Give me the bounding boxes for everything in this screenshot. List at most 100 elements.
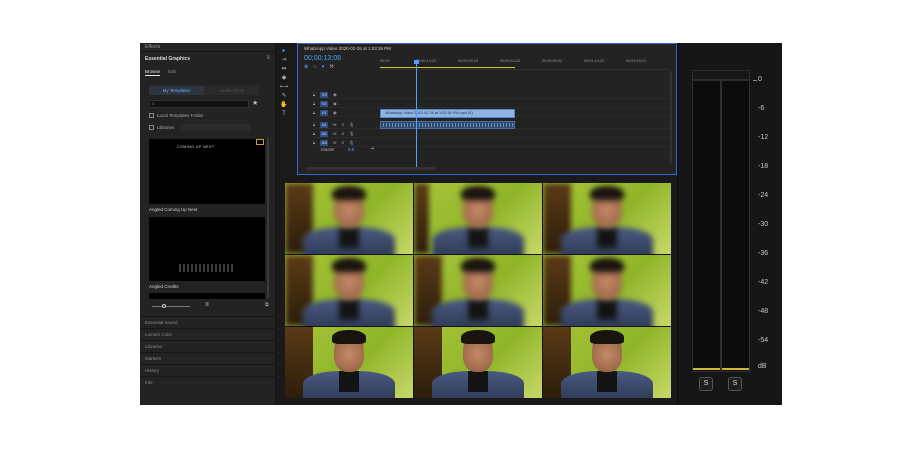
solo-button[interactable]: S: [341, 131, 344, 137]
sort-icon[interactable]: ≣: [205, 302, 209, 308]
hand-tool-icon[interactable]: ✋: [279, 101, 289, 110]
lock-icon[interactable]: 🔒︎: [313, 122, 315, 128]
playhead-handle[interactable]: [414, 60, 419, 64]
mute-button[interactable]: M: [333, 131, 336, 137]
playhead-line[interactable]: [416, 62, 417, 167]
preview-frame: [414, 327, 542, 398]
razor-tool-icon[interactable]: ◆: [279, 74, 289, 83]
ruler-tick: 00;00;59;22: [542, 59, 563, 63]
db-label: -42: [758, 279, 769, 286]
ruler-tick: 00;00;44;22: [500, 59, 521, 63]
lock-icon[interactable]: 🔒︎: [313, 110, 315, 116]
libraries-dropdown[interactable]: [180, 124, 250, 131]
checkbox-box[interactable]: [149, 113, 154, 118]
mic-icon[interactable]: 🎙︎: [349, 131, 354, 137]
local-templates-checkbox[interactable]: Local Templates Folder: [149, 113, 203, 118]
solo-button[interactable]: S: [341, 122, 344, 128]
lock-icon[interactable]: 🔒︎: [313, 92, 315, 98]
adobe-stock-button[interactable]: Adobe Stock: [204, 86, 259, 95]
section-markers[interactable]: Markers: [140, 352, 276, 363]
new-item-icon[interactable]: ⧉: [265, 302, 269, 308]
master-volume-value[interactable]: 0.0: [348, 147, 354, 152]
template-search-input[interactable]: ⌕: [149, 100, 249, 108]
effects-header[interactable]: Effects: [140, 43, 275, 52]
my-templates-button[interactable]: My Templates: [149, 86, 204, 95]
mic-icon[interactable]: 🎙︎: [349, 122, 354, 128]
slip-tool-icon[interactable]: ⟷: [279, 83, 289, 92]
section-essential-sound[interactable]: Essential Sound: [140, 316, 276, 327]
template-label-2: Angled Credits: [149, 284, 179, 289]
checkbox-box[interactable]: [149, 125, 154, 130]
track-v3: 🔒︎ V3 ◉: [313, 91, 670, 99]
sequence-tab[interactable]: WhatsApp Video 2020-02-26 at 1:03:36 PM: [304, 46, 391, 51]
section-info[interactable]: Info: [140, 376, 276, 387]
work-area-bar[interactable]: [380, 67, 515, 68]
track-label[interactable]: A1: [320, 122, 329, 128]
section-lumetri-color[interactable]: Lumetri Color: [140, 328, 276, 339]
db-label: -18: [758, 163, 769, 170]
db-label: -6: [758, 105, 765, 112]
track-label[interactable]: V2: [320, 101, 329, 107]
preview-frame: [285, 255, 413, 326]
tab-edit[interactable]: Edit: [168, 69, 176, 76]
track-a3: 🔒︎ A3 M S 🎙︎: [313, 139, 670, 147]
track-select-tool-icon[interactable]: ⇥: [279, 56, 289, 65]
ruler-tick: 00;00: [380, 59, 390, 63]
solo-right-button[interactable]: S: [728, 377, 742, 391]
preview-frame: [543, 255, 671, 326]
settings-wrench-icon[interactable]: ⚒: [329, 64, 338, 70]
track-label[interactable]: V3: [320, 92, 329, 98]
linked-selection-icon[interactable]: ∩: [313, 64, 322, 70]
mute-button[interactable]: M: [333, 122, 336, 128]
snap-icon[interactable]: ⊕: [304, 64, 313, 70]
db-tick: [753, 80, 757, 81]
type-tool-icon[interactable]: T: [279, 110, 289, 119]
selection-tool-icon[interactable]: ▸: [279, 47, 289, 56]
premiere-window: Effects Essential Graphics ≡ Browse Edit…: [140, 43, 782, 405]
time-ruler[interactable]: 00;00 00;00;14;23 00;00;29;23 00;00;44;2…: [380, 58, 670, 70]
checkbox-label: Libraries: [157, 125, 175, 130]
ruler-tick: 00;01;29;21: [626, 59, 647, 63]
db-unit-label: dB: [758, 363, 767, 370]
section-history[interactable]: History: [140, 364, 276, 375]
panel-scrollbar[interactable]: [267, 138, 269, 298]
solo-button[interactable]: S: [341, 140, 344, 146]
libraries-checkbox[interactable]: Libraries: [149, 125, 174, 130]
favorite-star-icon[interactable]: ★: [252, 99, 258, 107]
meter-level-left: [693, 368, 720, 370]
playhead-timecode[interactable]: 00;00;13;08: [304, 55, 341, 62]
preview-frame: [414, 255, 542, 326]
meter-level-right: [722, 368, 749, 370]
ruler-tick: 00;01;14;22: [584, 59, 605, 63]
audio-waveform: [383, 123, 514, 127]
size-slider-knob[interactable]: [162, 304, 166, 308]
thumbnail-size-row: ≣ ⧉: [149, 302, 269, 310]
audio-meters-panel: 0 -6 -12 -18 -24 -30 -36 -42 -48 -54 dB …: [677, 43, 782, 405]
mute-button[interactable]: M: [333, 140, 336, 146]
timeline-horizontal-scrollbar[interactable]: [306, 167, 436, 170]
audio-clip[interactable]: [380, 121, 515, 129]
lock-icon[interactable]: 🔒︎: [313, 140, 315, 146]
section-libraries[interactable]: Libraries: [140, 340, 276, 351]
track-label[interactable]: A3: [320, 140, 329, 146]
mic-icon[interactable]: 🎙︎: [349, 140, 354, 146]
panel-menu-icon[interactable]: ≡: [266, 55, 270, 61]
eye-icon[interactable]: ◉: [333, 92, 337, 98]
size-slider-track[interactable]: [152, 306, 190, 307]
solo-left-button[interactable]: S: [699, 377, 713, 391]
lock-icon[interactable]: 🔒︎: [313, 101, 315, 107]
lock-icon[interactable]: 🔒︎: [313, 131, 315, 137]
ripple-edit-tool-icon[interactable]: ⇹: [279, 65, 289, 74]
skip-end-icon[interactable]: ⇥: [370, 146, 374, 152]
tab-browse[interactable]: Browse: [145, 69, 161, 76]
template-thumbnail-2[interactable]: [149, 217, 265, 281]
eye-icon[interactable]: ◉: [333, 101, 337, 107]
track-label[interactable]: V1: [320, 110, 329, 116]
pen-tool-icon[interactable]: ✎: [279, 92, 289, 101]
template-thumbnail-1[interactable]: COMING UP NEXT: [149, 139, 265, 204]
video-clip[interactable]: WhatsApp Video 2020-02-26 at 1:03:36 PM.…: [380, 109, 515, 118]
template-thumbnail-3[interactable]: [149, 293, 265, 299]
track-label[interactable]: A2: [320, 131, 329, 137]
timeline-vertical-scrollbar[interactable]: [670, 71, 672, 164]
eye-icon[interactable]: ◉: [333, 110, 337, 116]
